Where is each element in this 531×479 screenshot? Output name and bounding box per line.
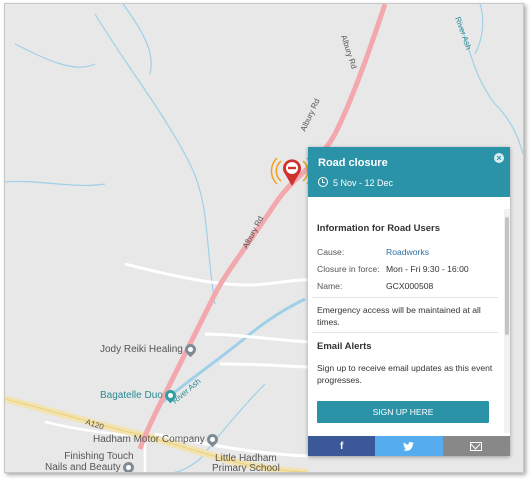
alerts-heading: Email Alerts (317, 341, 372, 352)
share-bar: f (308, 436, 510, 456)
map-frame: Albury Rd Albury Rd Albury Rd A120 River… (4, 3, 524, 473)
poi-little-hadham-school[interactable]: Little Hadham Primary School (212, 454, 280, 473)
panel-header: Road closure 5 Nov - 12 Dec × (308, 147, 510, 197)
share-email-button[interactable] (442, 436, 510, 456)
map-pin-icon (182, 341, 199, 358)
alerts-text: Sign up to receive email updates as this… (317, 363, 493, 385)
closure-value: Mon - Fri 9:30 - 16:00 (386, 264, 469, 274)
name-value: GCX000508 (386, 281, 434, 291)
share-twitter-button[interactable] (375, 436, 443, 456)
map-pin-icon (162, 387, 179, 404)
map-pin-icon (204, 431, 220, 448)
poi-label: Hadham Motor Company (93, 434, 205, 446)
closure-label: Closure in force: (317, 264, 380, 274)
cause-link[interactable]: Roadworks (386, 247, 429, 257)
signup-button[interactable]: SIGN UP HERE (317, 401, 489, 423)
poi-bagatelle-duo[interactable]: Bagatelle Duo (100, 387, 179, 404)
panel-date-range: 5 Nov - 12 Dec (333, 178, 394, 188)
emergency-text: Emergency access will be maintained at a… (317, 305, 481, 327)
share-facebook-button[interactable]: f (308, 436, 376, 456)
clock-icon (318, 177, 328, 187)
poi-label: Bagatelle Duo (100, 390, 163, 402)
cause-label: Cause: (317, 247, 345, 257)
panel-scrollbar[interactable] (504, 209, 510, 433)
road-closure-panel: Road closure 5 Nov - 12 Dec × Informatio… (308, 147, 510, 456)
divider (312, 297, 498, 298)
poi-label: Jody Reiki Healing (100, 344, 183, 356)
name-label: Name: (317, 281, 343, 291)
poi-jody-reiki[interactable]: Jody Reiki Healing (100, 341, 199, 358)
panel-title: Road closure (318, 157, 388, 169)
divider (312, 332, 498, 333)
no-entry-icon (288, 166, 296, 170)
poi-finishing-touch[interactable]: Finishing Touch Nails and Beauty (45, 451, 136, 473)
panel-body[interactable]: Information for Road Users Cause: Roadwo… (308, 209, 504, 433)
poi-label-line2: Primary School (212, 463, 280, 473)
poi-label-line1: Finishing Touch (64, 451, 134, 462)
poi-hadham-motor[interactable]: Hadham Motor Company (93, 431, 220, 448)
scrollbar-thumb[interactable] (505, 217, 509, 335)
info-heading: Information for Road Users (317, 223, 440, 234)
facebook-icon: f (339, 440, 344, 452)
twitter-bird-icon (403, 441, 415, 451)
poi-label-line2: Nails and Beauty (45, 462, 121, 473)
envelope-icon (470, 441, 483, 451)
close-icon[interactable]: × (494, 153, 504, 163)
map-pin-icon (120, 459, 136, 472)
